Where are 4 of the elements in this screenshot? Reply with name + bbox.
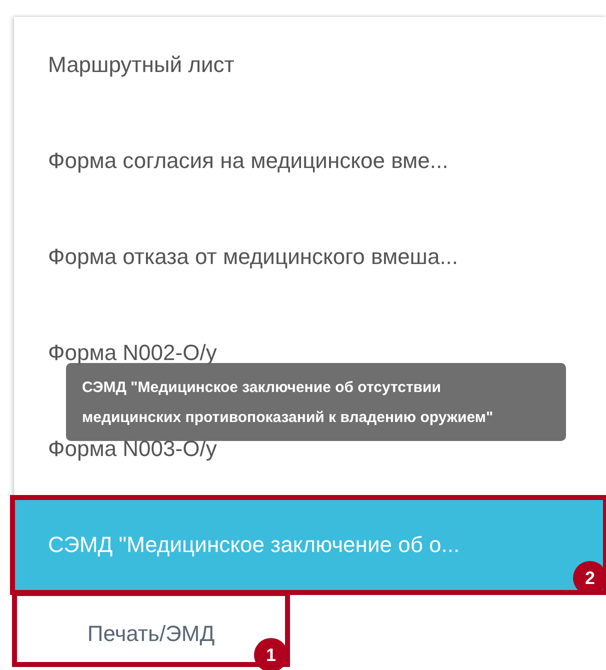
menu-item[interactable]: Форма согласия на медицинское вме...	[14, 113, 606, 209]
menu-item[interactable]: Маршрутный лист	[14, 17, 606, 113]
menu-item[interactable]: Форма отказа от медицинского вмеша...	[14, 209, 606, 305]
tooltip: СЭМД "Медицинское заключение об отсутствии медицинских противопоказаний к владению оружием"	[66, 363, 566, 441]
